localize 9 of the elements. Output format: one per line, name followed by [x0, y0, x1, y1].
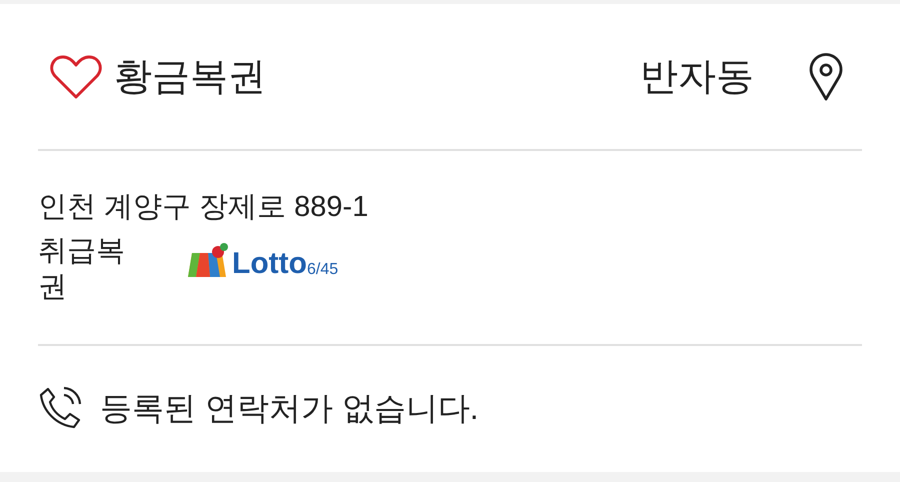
- contact-text: 등록된 연락처가 없습니다.: [100, 392, 479, 424]
- products-label: 취급복권: [38, 234, 126, 305]
- store-name: 황금복권: [114, 58, 266, 96]
- heart-icon[interactable]: [50, 54, 102, 100]
- location-pin-icon[interactable]: [808, 52, 844, 100]
- phone-icon: [38, 385, 84, 431]
- lotto-logo: Lotto6/45: [188, 243, 338, 279]
- area-label: 반자동: [640, 58, 754, 96]
- address-text: 인천 계양구 장제로 889-1: [38, 190, 370, 225]
